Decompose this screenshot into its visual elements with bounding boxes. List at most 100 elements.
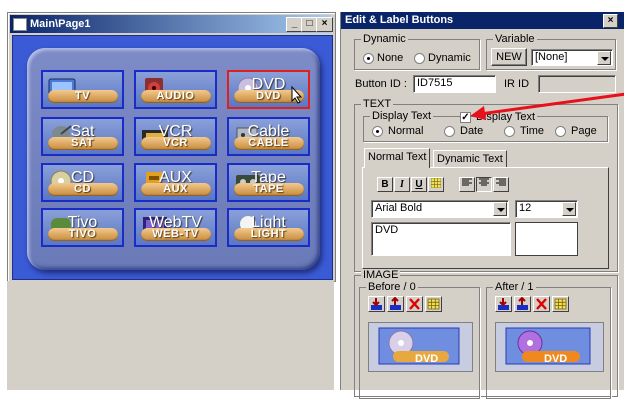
before-image-preview[interactable]: DVD [368,322,473,372]
align-center-icon [479,178,489,186]
radio-normal[interactable] [372,126,383,137]
chevron-down-icon[interactable] [597,51,611,65]
image-group-label: IMAGE [361,269,401,281]
tab-panel: B I U Arial Bold 12 DVD [362,167,609,269]
variable-group-label: Variable [493,33,537,45]
button-label: WEB-TV [152,228,199,240]
radio-dynamic-label: Dynamic [428,52,471,64]
download-icon [498,298,509,310]
remote-button-web-tv[interactable]: WebTV WEB-TV [134,208,217,247]
underline-button[interactable]: U [411,177,427,192]
grid-icon [427,298,440,310]
button-text-field[interactable]: DVD [371,222,511,256]
close-window-button[interactable]: × [316,17,333,32]
remote-button-tv[interactable]: TV [41,70,124,109]
align-left-button[interactable] [459,177,475,192]
button-label: TIVO [68,228,97,240]
dynamic-group: Dynamic None Dynamic [354,33,480,70]
remote-button-dvd[interactable]: DVD DVD [227,70,310,109]
remote-button-sat[interactable]: Sat SAT [41,117,124,156]
download-icon [371,298,382,310]
image-grid-button[interactable] [425,296,442,312]
dialog-titlebar[interactable]: Edit & Label Buttons × [341,12,624,29]
delete-image-button[interactable] [533,296,550,312]
button-label: TV [74,90,91,102]
remote-button-tape[interactable]: Tape TAPE [227,163,310,202]
radio-page[interactable] [555,126,566,137]
before-image-caption: DVD [415,353,439,365]
new-variable-button[interactable]: NEW [491,48,527,66]
edit-label-dialog: Edit & Label Buttons × Dynamic None Dyna… [340,12,624,399]
display-text-group-label: Display Text [370,110,434,122]
radio-page-label: Page [571,125,597,137]
remote-button-tivo[interactable]: Tivo TIVO [41,208,124,247]
delete-x-icon [536,298,547,310]
color-grid-button[interactable] [428,177,444,192]
before-group-label: Before / 0 [366,281,418,293]
export-image-button[interactable] [514,296,531,312]
delete-x-icon [409,298,420,310]
button-label: TAPE [253,183,284,195]
button-label: LIGHT [250,228,287,240]
text-group-label: TEXT [361,98,394,110]
radio-date[interactable] [444,126,455,137]
radio-none[interactable] [363,53,374,64]
font-select[interactable]: Arial Bold [371,200,509,218]
main-window-titlebar[interactable]: Main\Page1 _ □ × [10,15,333,33]
radio-time[interactable] [504,126,515,137]
after-image-caption: DVD [544,353,568,365]
image-grid-button[interactable] [552,296,569,312]
remote-button-audio[interactable]: AUDIO [134,70,217,109]
workspace-background [7,281,334,390]
italic-button[interactable]: I [394,177,410,192]
font-select-value: Arial Bold [375,202,423,214]
grid-icon [554,298,567,310]
button-label: AUX [163,183,188,195]
remote-button-cd[interactable]: CD CD [41,163,124,202]
ir-id-label: IR ID [504,78,530,90]
delete-image-button[interactable] [406,296,423,312]
remote-button-aux[interactable]: AUX AUX [134,163,217,202]
page-canvas: TV AUDIO DVD DVD Sat SAT VCR VCR Cable C… [12,35,333,280]
button-label: CABLE [248,137,289,149]
mouse-cursor-icon [291,86,303,104]
tab-dynamic-text[interactable]: Dynamic Text [433,150,507,167]
button-id-field[interactable]: ID7515 [413,75,496,93]
upload-icon [390,296,401,310]
button-label: AUDIO [156,90,195,102]
ir-id-field[interactable] [538,75,616,93]
after-image-group: After / 1 DVD [486,281,611,399]
page-window-icon [13,18,27,31]
button-label: CD [74,183,91,195]
dynamic-group-label: Dynamic [361,33,408,45]
image-group: IMAGE Before / 0 DVD After / 1 DVD [354,269,618,399]
variable-group: Variable NEW [None] [486,33,616,70]
text-color-swatch[interactable] [515,222,578,256]
before-image-group: Before / 0 DVD [359,281,480,399]
text-group: TEXT Display Text ✓ Display Text Normal … [354,98,618,272]
export-image-button[interactable] [387,296,404,312]
after-image-preview[interactable]: DVD [495,322,604,372]
size-select[interactable]: 12 [515,200,578,218]
dialog-close-button[interactable]: × [603,14,618,28]
import-image-button[interactable] [368,296,385,312]
remote-button-cable[interactable]: Cable CABLE [227,117,310,156]
variable-select-value: [None] [535,51,568,63]
remote-button-vcr[interactable]: VCR VCR [134,117,217,156]
tab-normal-text[interactable]: Normal Text [364,148,431,168]
chevron-down-icon[interactable] [562,202,576,216]
radio-time-label: Time [520,125,545,137]
color-grid-icon [430,177,442,189]
chevron-down-icon[interactable] [493,202,507,216]
variable-select[interactable]: [None] [531,49,613,66]
import-image-button[interactable] [495,296,512,312]
align-right-button[interactable] [493,177,509,192]
dialog-title: Edit & Label Buttons [345,14,454,26]
remote-button-light[interactable]: Light LIGHT [227,208,310,247]
radio-normal-label: Normal [388,125,424,137]
bold-button[interactable]: B [377,177,393,192]
size-select-value: 12 [519,202,532,214]
radio-dynamic[interactable] [414,53,425,64]
main-page-window: Main\Page1 _ □ × TV AUDIO DVD DVD Sat SA… [7,12,336,282]
align-center-button[interactable] [476,177,492,192]
